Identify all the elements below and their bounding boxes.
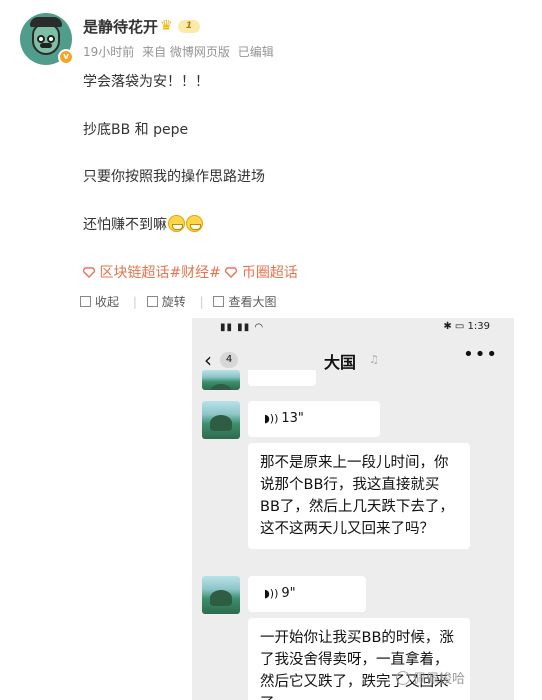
username[interactable]: 是静待花开 <box>83 16 158 37</box>
mute-bell-icon: ♫ <box>369 353 379 366</box>
topic-tags: 区块链超话#财经# 币圈超话 <box>83 262 298 282</box>
grin-emoji-icon <box>186 215 203 232</box>
avatar-eye-right <box>47 35 55 43</box>
rotate-button[interactable]: 旋转 <box>146 293 186 310</box>
collapse-label: 收起 <box>95 295 120 309</box>
content-line-3: 只要你按照我的操作思路进场 <box>83 169 265 185</box>
chat-avatar <box>202 576 240 614</box>
rotate-label: 旋转 <box>161 295 186 309</box>
member-level-badge[interactable]: ♛ 1 <box>160 18 200 35</box>
content-line-2: 抄底BB 和 pepe <box>83 122 189 138</box>
chat-screenshot-image[interactable]: ▮▮ ▮▮ ◠ ✱ ▭ 1:39 ‹ 4 大国 ♫ ••• ◗)) 13" 那不是… <box>192 318 514 700</box>
grin-emoji-icon <box>168 215 185 232</box>
avatar-eye-left <box>37 35 45 43</box>
avatar-mouth <box>40 43 52 48</box>
text-message: 一开始你让我买BB的时候，涨了我没舍得卖呀，一直拿着，然后它又跌了，跌完了又回来… <box>248 618 470 700</box>
supertopic-gem-icon <box>83 267 95 278</box>
collapse-icon <box>80 296 91 307</box>
voice-duration: 13" <box>281 411 304 426</box>
content-line-1: 学会落袋为安！！！ <box>83 74 209 90</box>
view-large-label: 查看大图 <box>228 295 277 309</box>
level-number: 1 <box>178 20 200 33</box>
voice-message: ◗)) 13" <box>248 401 380 437</box>
avatar-hat <box>30 17 62 27</box>
avatar-face <box>32 23 60 55</box>
toolbar-divider: | <box>199 295 204 309</box>
text-message: 那不是原来上一段儿时间，你说那个BB行，我这直接就买BB了，然后上几天跌下去了，… <box>248 443 470 549</box>
chat-title: 大国 <box>324 353 357 372</box>
watermark-text: 佩佩梭哈 <box>413 672 466 687</box>
signal-icons: ▮▮ ▮▮ ◠ <box>220 322 265 333</box>
voice-duration: 9" <box>281 586 296 601</box>
chat-navbar: ‹ 4 大国 ♫ ••• <box>192 340 514 380</box>
voice-wave-icon: ◗)) <box>264 412 279 425</box>
supertopic-gem-icon <box>225 267 238 278</box>
voice-wave-icon: ◗)) <box>264 587 279 600</box>
status-time: 1:39 <box>467 321 490 332</box>
post-meta: 19小时前 来自 微博网页版 已编辑 <box>83 43 278 60</box>
view-large-button[interactable]: 查看大图 <box>213 293 276 310</box>
content-line-4-text: 还怕赚不到嘛 <box>83 217 167 233</box>
tag-crypto[interactable]: 币圈超话 <box>242 265 298 281</box>
post-time[interactable]: 19小时前 <box>83 45 134 59</box>
weibo-post: v 是静待花开 ♛ 1 19小时前 来自 微博网页版 已编辑 学会落袋为安！！！… <box>0 0 542 700</box>
toolbar-divider: | <box>132 295 137 309</box>
content-line-4: 还怕赚不到嘛 <box>83 214 203 234</box>
back-arrow-icon: ‹ <box>204 348 212 372</box>
unread-count-badge: 4 <box>220 352 238 368</box>
collapse-button[interactable]: 收起 <box>80 293 119 310</box>
chat-bubble-partial <box>248 370 316 386</box>
tag-blockchain[interactable]: 区块链超话 <box>99 265 169 281</box>
rotate-icon <box>146 296 158 307</box>
voice-message: ◗)) 9" <box>248 576 366 612</box>
chat-avatar <box>202 401 240 439</box>
chat-avatar <box>202 370 240 390</box>
post-source: 来自 微博网页版 <box>142 45 230 59</box>
crown-icon: ♛ <box>160 18 173 34</box>
more-dots-icon: ••• <box>463 344 498 365</box>
watermark: 佩佩梭哈 <box>396 668 465 687</box>
watermark-logo-icon <box>396 671 410 685</box>
verified-badge-icon: v <box>58 49 74 65</box>
phone-status-bar: ▮▮ ▮▮ ◠ ✱ ▭ 1:39 <box>192 318 514 338</box>
status-right: ✱ ▭ 1:39 <box>443 321 490 332</box>
tag-finance[interactable]: #财经# <box>169 265 220 281</box>
edited-label[interactable]: 已编辑 <box>238 45 274 59</box>
view-large-icon <box>213 296 225 307</box>
image-toolbar: 收起 | 旋转 | 查看大图 <box>80 293 280 310</box>
